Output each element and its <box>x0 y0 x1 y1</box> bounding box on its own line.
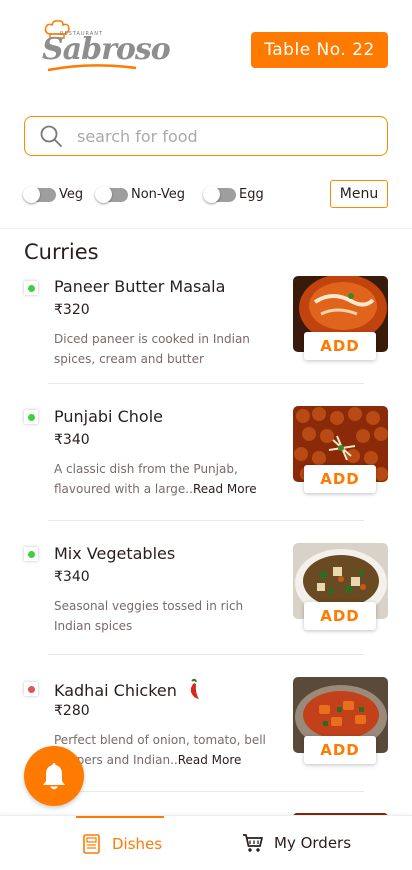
dish-price: ₹320 <box>54 302 90 318</box>
dish-description: Diced paneer is cooked in Indian spices,… <box>54 332 250 366</box>
header: RESTAURANT Sabroso Table No. 22 <box>0 0 412 100</box>
tab-my-orders[interactable]: My Orders <box>242 833 351 853</box>
shopping-cart-icon <box>243 834 263 852</box>
tab-label: Dishes <box>112 835 163 853</box>
logo-swoosh-icon <box>47 64 137 72</box>
dish-price: ₹280 <box>54 703 90 719</box>
item-divider <box>48 654 364 655</box>
call-waiter-button[interactable] <box>24 746 84 806</box>
dish-name: Mix Vegetables <box>54 544 176 563</box>
dish-price: ₹340 <box>54 432 90 448</box>
non-veg-indicator <box>24 682 38 696</box>
divider <box>0 228 412 229</box>
toggle-label: Veg <box>59 187 84 202</box>
item-divider <box>48 520 364 521</box>
dish-description: Perfect blend of onion, tomato, bell pep… <box>54 733 266 767</box>
table-number-badge: Table No. 22 <box>251 32 388 68</box>
search-icon <box>40 125 62 147</box>
dish-description: A classic dish from the Punjab, flavoure… <box>54 462 257 496</box>
toggle-label: Egg <box>239 187 264 202</box>
read-more-link[interactable]: Read More <box>178 753 242 767</box>
dish-name: Kadhai Chicken <box>54 678 202 700</box>
veg-indicator <box>24 547 38 561</box>
add-button[interactable]: ADD <box>304 602 376 630</box>
dish-name: Paneer Butter Masala <box>54 277 226 296</box>
add-button[interactable]: ADD <box>304 332 376 360</box>
filter-bar: Veg Non-Veg Egg Menu <box>23 180 388 208</box>
menu-button[interactable]: Menu <box>330 180 388 208</box>
active-tab-indicator <box>76 816 164 818</box>
veg-indicator <box>24 410 38 424</box>
veg-toggle[interactable]: Veg <box>23 185 84 203</box>
non-veg-toggle[interactable]: Non-Veg <box>95 185 185 203</box>
toggle-switch[interactable] <box>203 185 236 203</box>
add-button[interactable]: ADD <box>304 465 376 493</box>
tab-label: My Orders <box>274 834 352 852</box>
search-bar[interactable] <box>24 116 388 156</box>
logo-text: Sabroso <box>42 32 171 67</box>
menu-book-icon <box>83 834 100 854</box>
egg-toggle[interactable]: Egg <box>203 185 264 203</box>
veg-indicator <box>24 281 38 295</box>
bottom-navigation: Dishes My Orders <box>0 815 412 870</box>
tab-dishes[interactable]: Dishes <box>82 833 162 855</box>
toggle-label: Non-Veg <box>131 187 185 202</box>
section-title: Curries <box>24 240 99 264</box>
dish-description: Seasonal veggies tossed in rich Indian s… <box>54 599 244 633</box>
toggle-switch[interactable] <box>95 185 128 203</box>
search-input[interactable] <box>77 126 357 146</box>
item-divider <box>48 791 364 792</box>
chili-spicy-icon <box>190 678 199 699</box>
restaurant-logo[interactable]: RESTAURANT Sabroso <box>38 18 171 78</box>
item-divider <box>48 383 364 384</box>
bell-icon <box>43 763 65 790</box>
dish-price: ₹340 <box>54 569 90 585</box>
read-more-link[interactable]: Read More <box>193 482 257 496</box>
dish-name: Punjabi Chole <box>54 407 163 426</box>
toggle-switch[interactable] <box>23 185 56 203</box>
add-button[interactable]: ADD <box>304 736 376 764</box>
